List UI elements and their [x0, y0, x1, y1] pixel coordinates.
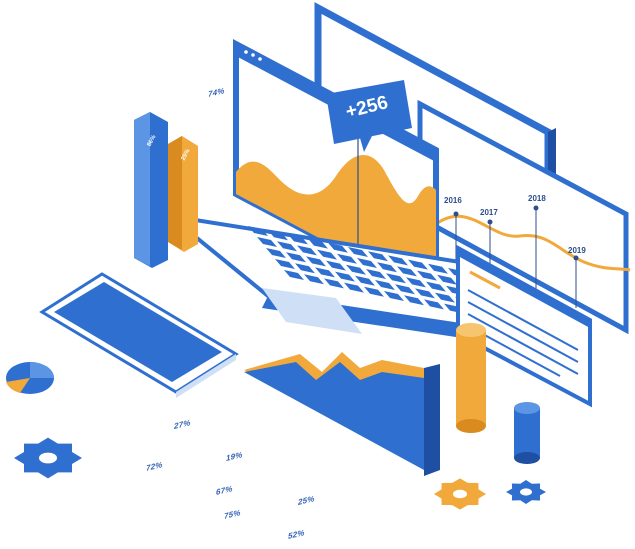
gear-icon: [434, 478, 486, 510]
gear-icon: [506, 480, 546, 504]
year-label: 2019: [568, 246, 586, 255]
data-analytics-illustration: [6, 2, 631, 510]
pie-chart-icon: [6, 362, 54, 394]
year-label: 2016: [444, 196, 462, 205]
cylinder-blue: [514, 402, 540, 464]
floor-area-chart: [244, 352, 440, 476]
year-label: 2017: [480, 208, 498, 217]
tablet: [39, 272, 239, 398]
cylinder-orange: [456, 323, 486, 433]
gear-icon: [14, 437, 82, 479]
year-label: 2018: [528, 194, 546, 203]
